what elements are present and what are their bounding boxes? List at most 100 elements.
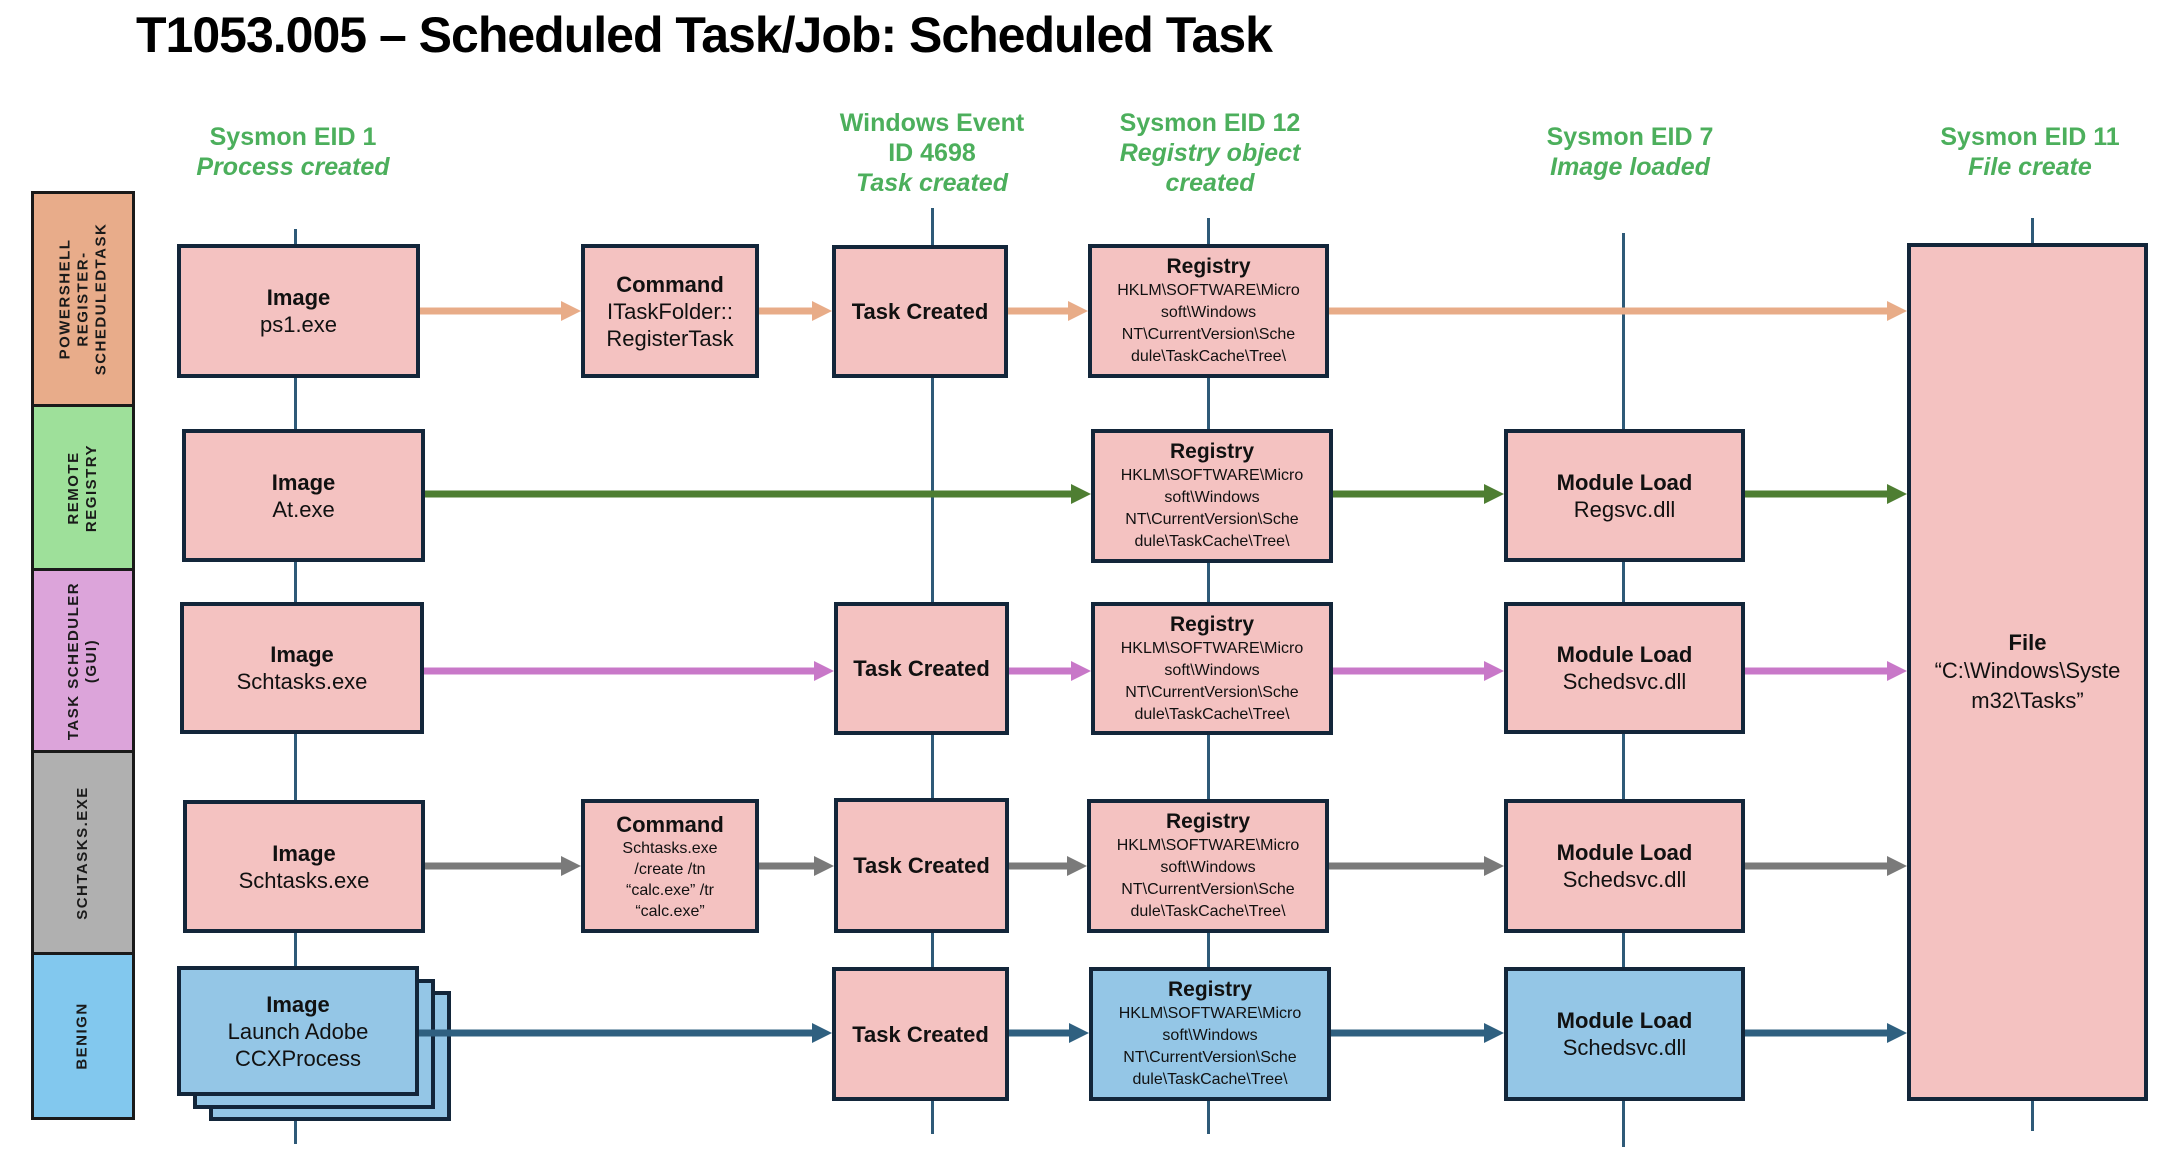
node-heading: Module Load: [1556, 469, 1693, 495]
arrow-r2_reg-to-r2_mod: [1333, 484, 1504, 504]
column-title: Sysmon EID 12: [1119, 109, 1301, 137]
arrow-r5_task-to-r5_reg: [1009, 1023, 1089, 1043]
node-task-created[interactable]: Task Created: [832, 245, 1008, 378]
node-heading: Registry: [1169, 612, 1255, 636]
arrow-r4_image-to-r4_cmd: [425, 856, 581, 876]
arrow-r3_image-to-r3_task: [424, 661, 834, 681]
node-heading: Image: [266, 991, 330, 1017]
arrow-r3_mod-to-file: [1745, 661, 1907, 681]
node-task-created[interactable]: Task Created: [832, 967, 1009, 1101]
column-header-sysmon-eid1: Sysmon EID 1 Process created: [196, 122, 389, 182]
column-title: Sysmon EID 11: [1940, 123, 2120, 151]
lane-benign: BENIGN: [31, 955, 135, 1120]
node-command-schtasks-create[interactable]: Command Schtasks.exe /create /tn “calc.e…: [581, 799, 759, 933]
arrow-head: [1071, 661, 1091, 681]
column-title: Sysmon EID 7: [1546, 123, 1714, 151]
node-heading: Task Created: [852, 1021, 989, 1047]
node-image-at-exe[interactable]: Image At.exe: [182, 429, 425, 562]
node-task-created[interactable]: Task Created: [834, 602, 1009, 735]
node-heading: Image: [266, 285, 331, 310]
arrow-head: [1067, 856, 1087, 876]
node-registry[interactable]: Registry HKLM\SOFTWARE\Micro soft\Window…: [1088, 244, 1329, 378]
node-value: HKLM\SOFTWARE\Micro soft\Windows NT\Curr…: [1120, 639, 1304, 723]
node-file-tasks-folder[interactable]: File “C:\Windows\Syste m32\Tasks”: [1907, 243, 2148, 1101]
node-registry[interactable]: Registry HKLM\SOFTWARE\Micro soft\Window…: [1087, 799, 1329, 933]
diagram-title: T1053.005 – Scheduled Task/Job: Schedule…: [136, 7, 1273, 63]
arrow-r3_reg-to-r3_mod: [1333, 661, 1504, 681]
node-value: At.exe: [272, 496, 335, 522]
arrow-head: [1887, 301, 1907, 321]
node-module-load-regsvc[interactable]: Module Load Regsvc.dll: [1504, 429, 1745, 562]
column-subtitle: Task created: [856, 169, 1008, 197]
node-task-created[interactable]: Task Created: [834, 798, 1009, 933]
node-registry[interactable]: Registry HKLM\SOFTWARE\Micro soft\Window…: [1089, 967, 1331, 1101]
column-subtitle: Registry object: [1119, 139, 1301, 167]
arrow-head: [561, 856, 581, 876]
arrow-head: [1887, 661, 1907, 681]
node-heading: Module Load: [1556, 642, 1693, 667]
arrow-r5_mod-to-file: [1745, 1023, 1907, 1043]
node-module-load-schedsvc[interactable]: Module Load Schedsvc.dll: [1504, 602, 1745, 734]
node-heading: Task Created: [853, 853, 990, 878]
column-title: Sysmon EID 1: [209, 123, 377, 151]
node-value: Schedsvc.dll: [1562, 1035, 1687, 1060]
node-heading: Registry: [1167, 978, 1253, 1001]
column-header-event-4698: Windows Event ID 4698 Task created: [840, 108, 1025, 198]
column-subtitle-line2: created: [1165, 169, 1255, 197]
node-heading: Registry: [1169, 440, 1255, 463]
node-heading: Module Load: [1556, 1008, 1693, 1033]
arrow-r4_task-to-r4_reg: [1009, 856, 1087, 876]
arrow-head: [1887, 1023, 1907, 1043]
node-heading: Module Load: [1556, 840, 1693, 865]
column-title: Windows Event: [839, 109, 1025, 137]
node-value: ITaskFolder:: RegisterTask: [606, 298, 734, 351]
node-value: Schedsvc.dll: [1562, 867, 1687, 892]
node-module-load-schedsvc[interactable]: Module Load Schedsvc.dll: [1504, 967, 1745, 1101]
node-heading: File: [2008, 629, 2047, 655]
arrow-r1_image-to-r1_cmd: [420, 301, 581, 321]
node-value: Schtasks.exe: [236, 669, 368, 694]
arrow-r2_image-to-r2_reg: [425, 484, 1091, 504]
lane-label: POWERSHELL REGISTER- SCHEDULEDTASK: [56, 222, 109, 376]
node-heading: Registry: [1165, 810, 1251, 833]
arrow-head: [1887, 484, 1907, 504]
arrow-r1_cmd-to-r1_task: [759, 301, 832, 321]
node-image-schtasks[interactable]: Image Schtasks.exe: [180, 602, 424, 734]
arrow-head: [812, 301, 832, 321]
arrow-r5_reg-to-r5_mod: [1331, 1023, 1504, 1043]
node-registry[interactable]: Registry HKLM\SOFTWARE\Micro soft\Window…: [1091, 602, 1333, 735]
column-subtitle: Image loaded: [1550, 153, 1710, 181]
node-image-adobe-ccxprocess[interactable]: Image Launch Adobe CCXProcess: [177, 966, 419, 1096]
lane-label: REMOTE REGISTRY: [65, 443, 100, 532]
arrow-r4_reg-to-r4_mod: [1329, 856, 1504, 876]
node-value: HKLM\SOFTWARE\Micro soft\Windows NT\Curr…: [1116, 837, 1300, 920]
lane-label: TASK SCHEDULER (GUI): [65, 581, 101, 740]
node-heading: Registry: [1166, 255, 1251, 278]
column-header-sysmon-eid11: Sysmon EID 11 File create: [1940, 122, 2119, 182]
node-heading: Image: [272, 840, 336, 866]
node-value: HKLM\SOFTWARE\Micro soft\Windows NT\Curr…: [1118, 1005, 1302, 1088]
node-command-registertask[interactable]: Command ITaskFolder:: RegisterTask: [581, 244, 759, 378]
lane-powershell-register-scheduledtask: POWERSHELL REGISTER- SCHEDULEDTASK: [31, 191, 135, 407]
node-value: “C:\Windows\Syste m32\Tasks”: [1934, 657, 2121, 713]
lane-remote-registry: REMOTE REGISTRY: [31, 407, 135, 571]
lane-label: BENIGN: [74, 1002, 91, 1070]
arrow-r4_cmd-to-r4_task: [759, 856, 834, 876]
arrow-head: [814, 856, 834, 876]
node-heading: Command: [616, 811, 724, 837]
node-value: Schtasks.exe /create /tn “calc.exe” /tr …: [622, 839, 718, 920]
column-subtitle: Process created: [196, 153, 390, 181]
lane-label: SCHTASKS.EXE: [74, 785, 92, 920]
node-registry[interactable]: Registry HKLM\SOFTWARE\Micro soft\Window…: [1091, 429, 1333, 563]
node-heading: Task Created: [851, 299, 989, 324]
node-image-ps1[interactable]: Image ps1.exe: [177, 244, 420, 378]
arrow-head: [1071, 484, 1091, 504]
arrow-r2_mod-to-file: [1745, 484, 1907, 504]
node-heading: Command: [616, 271, 724, 297]
node-module-load-schedsvc[interactable]: Module Load Schedsvc.dll: [1504, 799, 1745, 933]
arrow-head: [814, 661, 834, 681]
arrow-head: [1484, 661, 1504, 681]
arrow-head: [812, 1023, 832, 1043]
node-image-schtasks[interactable]: Image Schtasks.exe: [183, 800, 425, 933]
arrow-r1_reg-to-file: [1329, 301, 1907, 321]
